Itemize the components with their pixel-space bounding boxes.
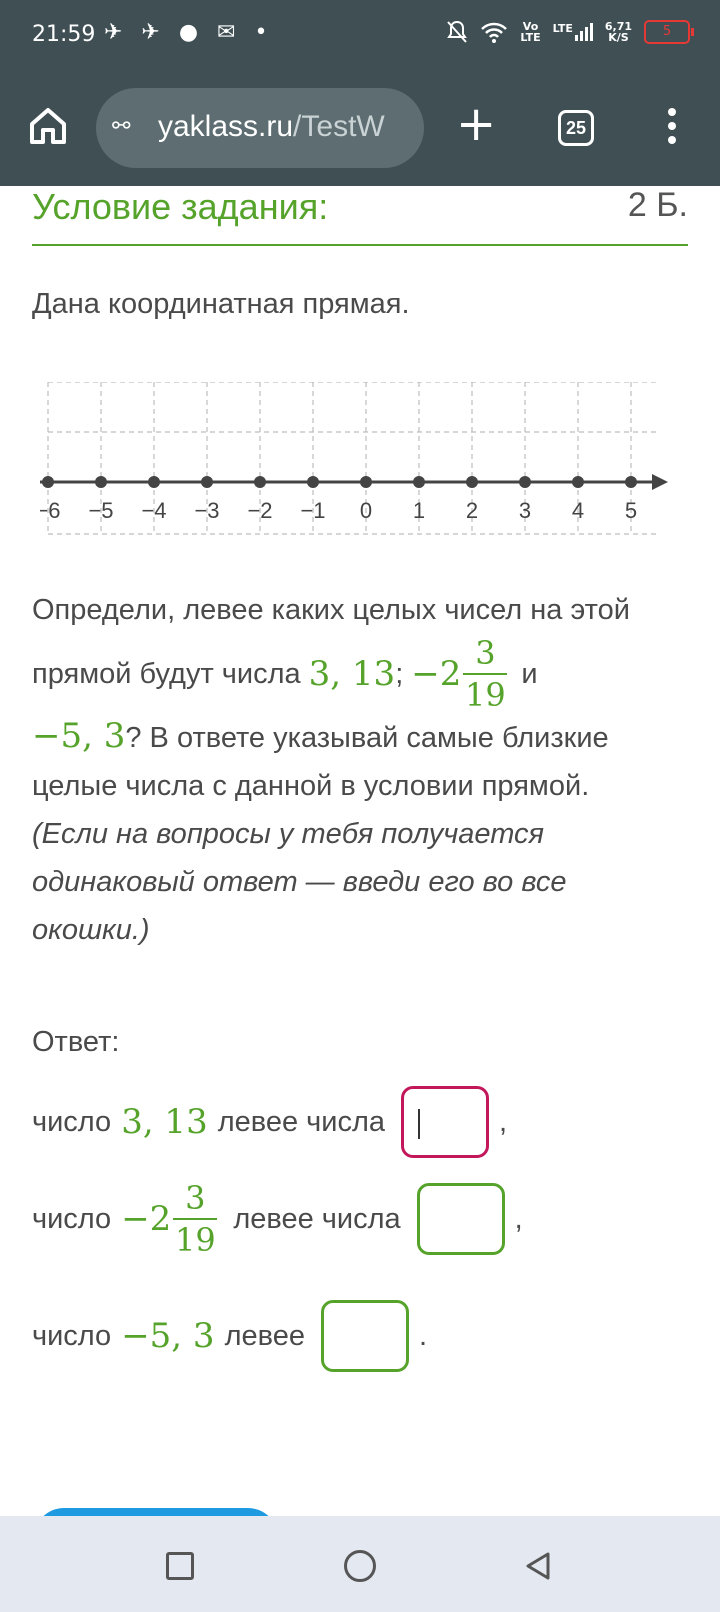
cell-signal-icon: LTE xyxy=(553,23,593,41)
row2-text: левее числа xyxy=(233,1202,401,1235)
row3-word: число xyxy=(32,1319,112,1352)
row2-numerator: 3 xyxy=(185,1179,206,1217)
task-title: Условие задания: xyxy=(32,186,329,227)
url-text: yaklass.ru/TestW xyxy=(158,110,385,143)
network-speed: 6,71 K/S xyxy=(604,20,632,44)
question-prefix: прямой будут числа xyxy=(32,658,301,690)
notification-icons: ✈ ✈ ● ✉ • xyxy=(104,20,274,45)
number-line-tick-label: 1 xyxy=(413,498,425,523)
volte-label: Vo LTE xyxy=(520,20,541,44)
number-line-tick-label: 2 xyxy=(466,498,478,523)
number-line-tick-label: −2 xyxy=(247,498,272,523)
number-3-13: 3, 13 xyxy=(308,654,396,694)
number-line-tick-label: −3 xyxy=(194,498,219,523)
row3-text: левее xyxy=(224,1319,305,1352)
number-line-arrow xyxy=(652,474,668,490)
answer-label: Ответ: xyxy=(32,1026,120,1058)
home-icon[interactable] xyxy=(24,102,72,150)
mute-bell-icon xyxy=(447,20,468,43)
answer-row-3: число −5, 3 левее . xyxy=(32,1300,427,1372)
question-line-1: Определи, левее каких целых чисел на это… xyxy=(32,594,630,626)
row2-end: , xyxy=(514,1202,523,1235)
tab-switcher-button[interactable]: 25 xyxy=(558,110,594,146)
menu-kebab-icon[interactable] xyxy=(660,104,684,152)
separator: ; xyxy=(395,658,404,690)
number-line-tick-label: −1 xyxy=(300,498,325,523)
browser-toolbar: ⚯ yaklass.ru/TestW + 25 xyxy=(0,84,720,174)
task-header: Условие задания: 2 Б. xyxy=(32,186,688,246)
number-line-point xyxy=(201,476,213,488)
number-line-point xyxy=(307,476,319,488)
row3-number: −5, 3 xyxy=(121,1316,215,1356)
row2-word: число xyxy=(32,1202,112,1235)
number-minus-5-3: −5, 3 xyxy=(32,716,126,756)
number-line-tick-label: 0 xyxy=(360,498,372,523)
question-note: (Если на вопросы у тебя получается одина… xyxy=(32,818,567,946)
conjunction: и xyxy=(521,658,538,690)
site-settings-icon[interactable]: ⚯ xyxy=(112,114,130,139)
mixed-number-fraction: 3 19 xyxy=(463,634,508,714)
number-line-tick-label: 3 xyxy=(519,498,531,523)
number-line-point xyxy=(360,476,372,488)
number-line-point xyxy=(413,476,425,488)
row1-end: , xyxy=(499,1105,508,1138)
question-block: Определи, левее каких целых чисел на это… xyxy=(32,586,688,954)
address-bar[interactable]: ⚯ yaklass.ru/TestW xyxy=(96,88,424,168)
number-line-figure: −6 −5 −4 −3 −2 −1 0 1 2 3 4 5 xyxy=(40,382,668,535)
task-points: 2 Б. xyxy=(627,186,688,224)
number-line-tick-label: −4 xyxy=(141,498,166,523)
row1-word: число xyxy=(32,1105,112,1138)
row1-number: 3, 13 xyxy=(121,1102,208,1142)
back-triangle-icon[interactable] xyxy=(522,1550,554,1582)
row2-fraction: 3 19 xyxy=(173,1179,218,1259)
question-line-2: прямой будут числа 3, 13 ; −2 3 19 и xyxy=(32,634,688,714)
battery-icon: 5 xyxy=(644,20,694,44)
number-line-point xyxy=(625,476,637,488)
number-line-point xyxy=(42,476,54,488)
row1-text: левее числа xyxy=(217,1105,386,1138)
status-time: 21:59 xyxy=(32,22,96,47)
number-line-tick-label: −5 xyxy=(88,498,113,523)
system-nav-bar xyxy=(0,1516,720,1612)
number-line-tick-label: 5 xyxy=(625,498,637,523)
fraction-denominator: 19 xyxy=(465,676,506,714)
answer-row-1: число 3, 13 левее числа , xyxy=(32,1086,507,1158)
number-line-tick-label: 4 xyxy=(572,498,584,523)
mixed-number-whole: −2 xyxy=(411,654,462,694)
recents-icon[interactable] xyxy=(166,1552,194,1580)
status-bar: 21:59 ✈ ✈ ● ✉ • Vo LTE LTE 6,71 K/S 5 xyxy=(0,0,720,72)
row2-denominator: 19 xyxy=(174,1221,216,1259)
answer-row-2: число −2 3 19 левее числа , xyxy=(32,1180,523,1258)
answer-input-2[interactable] xyxy=(416,1183,505,1255)
top-bar: 21:59 ✈ ✈ ● ✉ • Vo LTE LTE 6,71 K/S 5 ⚯ ya… xyxy=(0,0,720,186)
number-line-point xyxy=(254,476,266,488)
task-content: Условие задания: 2 Б. Дана координатная … xyxy=(32,186,688,1372)
status-right: Vo LTE LTE 6,71 K/S 5 xyxy=(446,20,694,44)
number-line-point xyxy=(148,476,160,488)
number-line-tick-label: −6 xyxy=(40,498,61,523)
row3-end: . xyxy=(418,1319,428,1352)
question-line-3: −5, 3? В ответе указывай самые близкие ц… xyxy=(32,712,688,954)
answer-input-3[interactable] xyxy=(320,1300,409,1372)
number-line-point xyxy=(572,476,584,488)
given-text: Дана координатная прямая. xyxy=(32,288,410,320)
new-tab-button[interactable]: + xyxy=(456,100,496,148)
number-line-point xyxy=(519,476,531,488)
wifi-icon xyxy=(481,22,508,43)
row2-whole: −2 xyxy=(121,1199,172,1239)
home-circle-icon[interactable] xyxy=(344,1550,376,1582)
number-line-point xyxy=(95,476,107,488)
fraction-numerator: 3 xyxy=(475,634,496,672)
number-line-point xyxy=(466,476,478,488)
answer-input-1[interactable] xyxy=(401,1086,490,1158)
